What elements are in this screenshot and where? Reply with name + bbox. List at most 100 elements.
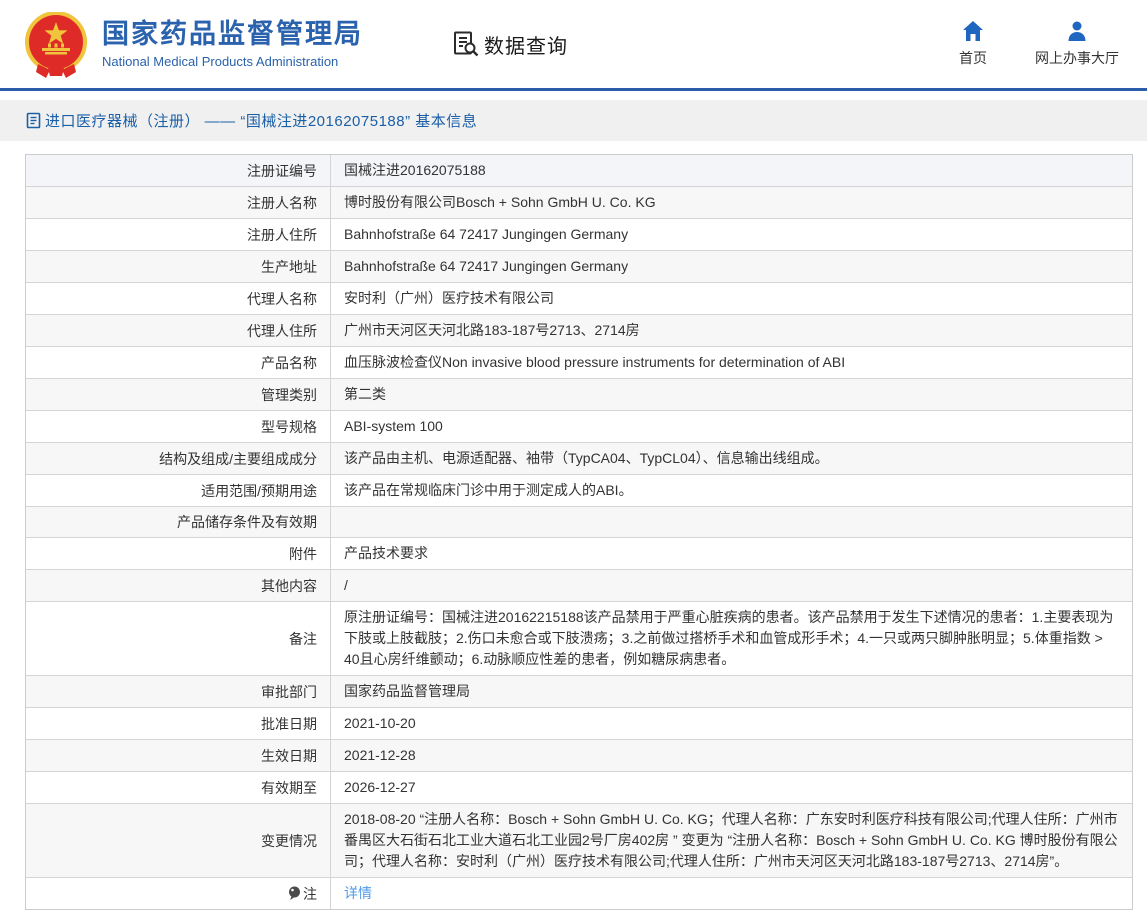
row-label-text: 批准日期 bbox=[261, 714, 317, 734]
row-label: 备注 bbox=[26, 602, 331, 675]
table-row: 注册人名称 博时股份有限公司Bosch + Sohn GmbH U. Co. K… bbox=[26, 187, 1132, 219]
row-label-text: 附件 bbox=[289, 544, 317, 564]
row-label: 变更情况 bbox=[26, 804, 331, 877]
brand-text: 国家药品监督管理局 National Medical Products Admi… bbox=[102, 19, 363, 68]
row-value: 血压脉波检查仪Non invasive blood pressure instr… bbox=[331, 347, 1132, 378]
table-row: 注册人住所 Bahnhofstraße 64 72417 Jungingen G… bbox=[26, 219, 1132, 251]
table-row: 备注 原注册证编号：国械注进20162215188该产品禁用于严重心脏疾病的患者… bbox=[26, 602, 1132, 676]
row-label-text: 型号规格 bbox=[261, 417, 317, 437]
person-icon bbox=[1066, 20, 1088, 42]
row-value: 原注册证编号：国械注进20162215188该产品禁用于严重心脏疾病的患者。该产… bbox=[331, 602, 1132, 675]
site-header: 国家药品监督管理局 National Medical Products Admi… bbox=[0, 0, 1147, 88]
data-query-label: 数据查询 bbox=[484, 30, 568, 59]
row-value: 2021-12-28 bbox=[331, 740, 1132, 771]
row-label-text: 审批部门 bbox=[261, 682, 317, 702]
table-row: 批准日期 2021-10-20 bbox=[26, 708, 1132, 740]
row-label: 生产地址 bbox=[26, 251, 331, 282]
header-nav: 首页 网上办事大厅 bbox=[959, 20, 1119, 68]
row-value: 产品技术要求 bbox=[331, 538, 1132, 569]
row-label-text: 注册人名称 bbox=[247, 193, 317, 213]
note-balloon-icon bbox=[288, 886, 301, 903]
table-row: 有效期至 2026-12-27 bbox=[26, 772, 1132, 804]
row-label: 结构及组成/主要组成成分 bbox=[26, 443, 331, 474]
table-row: 变更情况 2018-08-20 “注册人名称：Bosch + Sohn GmbH… bbox=[26, 804, 1132, 878]
row-label: 注册人名称 bbox=[26, 187, 331, 218]
row-value bbox=[331, 507, 1132, 537]
breadcrumb-text: 进口医疗器械（注册） —— “国械注进20162075188” 基本信息 bbox=[45, 110, 477, 131]
row-value: 安时利（广州）医疗技术有限公司 bbox=[331, 283, 1132, 314]
row-label-text: 管理类别 bbox=[261, 385, 317, 405]
row-label-text: 代理人住所 bbox=[247, 321, 317, 341]
row-value: 2018-08-20 “注册人名称：Bosch + Sohn GmbH U. C… bbox=[331, 804, 1132, 877]
row-label-text: 结构及组成/主要组成成分 bbox=[159, 449, 317, 469]
table-row: 代理人名称 安时利（广州）医疗技术有限公司 bbox=[26, 283, 1132, 315]
table-row: 生产地址 Bahnhofstraße 64 72417 Jungingen Ge… bbox=[26, 251, 1132, 283]
data-query-button[interactable]: 数据查询 bbox=[453, 30, 568, 59]
row-value: 第二类 bbox=[331, 379, 1132, 410]
row-label: 代理人住所 bbox=[26, 315, 331, 346]
row-label-text: 备注 bbox=[289, 629, 317, 649]
row-label: 批准日期 bbox=[26, 708, 331, 739]
row-label: 其他内容 bbox=[26, 570, 331, 601]
nav-label-service-hall: 网上办事大厅 bbox=[1035, 48, 1119, 68]
row-label-text: 适用范围/预期用途 bbox=[201, 481, 317, 501]
table-row: 结构及组成/主要组成成分 该产品由主机、电源适配器、袖带（TypCA04、Typ… bbox=[26, 443, 1132, 475]
row-label-text: 变更情况 bbox=[261, 831, 317, 851]
row-label-text: 代理人名称 bbox=[247, 289, 317, 309]
row-label: 注册证编号 bbox=[26, 155, 331, 186]
home-icon bbox=[962, 20, 984, 42]
table-row: 产品储存条件及有效期 bbox=[26, 507, 1132, 538]
table-row: 型号规格 ABI-system 100 bbox=[26, 411, 1132, 443]
table-row: 适用范围/预期用途 该产品在常规临床门诊中用于测定成人的ABI。 bbox=[26, 475, 1132, 507]
row-label: 有效期至 bbox=[26, 772, 331, 803]
table-row: 审批部门 国家药品监督管理局 bbox=[26, 676, 1132, 708]
details-link[interactable]: 详情 bbox=[331, 878, 1132, 909]
nav-label-home: 首页 bbox=[959, 48, 987, 68]
row-label-text: 注 bbox=[303, 884, 317, 904]
row-value: / bbox=[331, 570, 1132, 601]
row-value: 该产品由主机、电源适配器、袖带（TypCA04、TypCL04）、信息输出线组成… bbox=[331, 443, 1132, 474]
row-value: 2021-10-20 bbox=[331, 708, 1132, 739]
site-title-cn: 国家药品监督管理局 bbox=[102, 19, 363, 50]
row-label-text: 产品储存条件及有效期 bbox=[177, 512, 317, 532]
document-icon bbox=[26, 112, 41, 129]
row-label-text: 注册证编号 bbox=[247, 161, 317, 181]
national-emblem-logo bbox=[24, 12, 88, 78]
table-row: 其他内容 / bbox=[26, 570, 1132, 602]
table-row: 生效日期 2021-12-28 bbox=[26, 740, 1132, 772]
row-label-text: 产品名称 bbox=[261, 353, 317, 373]
row-value: 2026-12-27 bbox=[331, 772, 1132, 803]
nav-item-home[interactable]: 首页 bbox=[959, 20, 987, 68]
row-label: 生效日期 bbox=[26, 740, 331, 771]
site-title-en: National Medical Products Administration bbox=[102, 54, 363, 69]
table-row: 注 详情 bbox=[26, 878, 1132, 909]
row-label-text: 生效日期 bbox=[261, 746, 317, 766]
nav-item-service-hall[interactable]: 网上办事大厅 bbox=[1035, 20, 1119, 68]
row-value: 该产品在常规临床门诊中用于测定成人的ABI。 bbox=[331, 475, 1132, 506]
document-search-icon bbox=[453, 31, 479, 57]
row-label-text: 注册人住所 bbox=[247, 225, 317, 245]
row-value: 国械注进20162075188 bbox=[331, 155, 1132, 186]
row-label: 产品储存条件及有效期 bbox=[26, 507, 331, 537]
row-label: 注册人住所 bbox=[26, 219, 331, 250]
row-label: 注 bbox=[26, 878, 331, 909]
row-label: 适用范围/预期用途 bbox=[26, 475, 331, 506]
row-label: 附件 bbox=[26, 538, 331, 569]
row-label: 管理类别 bbox=[26, 379, 331, 410]
row-value: 广州市天河区天河北路183-187号2713、2714房 bbox=[331, 315, 1132, 346]
row-value: Bahnhofstraße 64 72417 Jungingen Germany bbox=[331, 219, 1132, 250]
row-label: 代理人名称 bbox=[26, 283, 331, 314]
table-row: 附件 产品技术要求 bbox=[26, 538, 1132, 570]
row-label-text: 有效期至 bbox=[261, 778, 317, 798]
row-label: 审批部门 bbox=[26, 676, 331, 707]
row-label-text: 其他内容 bbox=[261, 576, 317, 596]
row-label: 型号规格 bbox=[26, 411, 331, 442]
table-row: 管理类别 第二类 bbox=[26, 379, 1132, 411]
row-value: 国家药品监督管理局 bbox=[331, 676, 1132, 707]
table-row: 注册证编号 国械注进20162075188 bbox=[26, 155, 1132, 187]
registration-info-table: 注册证编号 国械注进20162075188 注册人名称 博时股份有限公司Bosc… bbox=[25, 154, 1133, 910]
table-row: 产品名称 血压脉波检查仪Non invasive blood pressure … bbox=[26, 347, 1132, 379]
breadcrumb: 进口医疗器械（注册） —— “国械注进20162075188” 基本信息 bbox=[0, 100, 1147, 141]
row-label: 产品名称 bbox=[26, 347, 331, 378]
row-value: ABI-system 100 bbox=[331, 411, 1132, 442]
